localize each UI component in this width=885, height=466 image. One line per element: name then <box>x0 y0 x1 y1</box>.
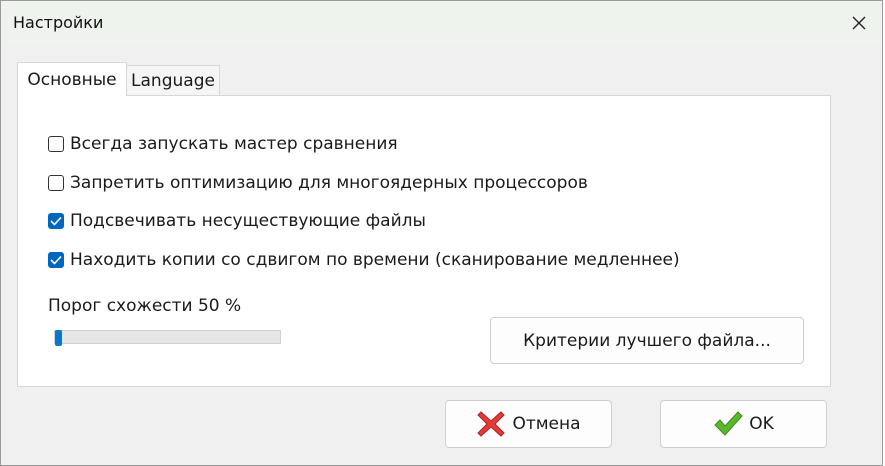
settings-dialog: Настройки Основные Language Всегда запус… <box>0 0 883 466</box>
checkbox-always-run-wizard[interactable] <box>48 136 64 152</box>
checkmark-icon <box>50 216 62 226</box>
option-label: Всегда запускать мастер сравнения <box>70 134 398 154</box>
similarity-threshold-slider[interactable] <box>54 330 281 346</box>
red-x-icon <box>477 411 506 437</box>
similarity-threshold-label: Порог схожести 50 % <box>48 296 242 316</box>
green-check-icon <box>714 411 743 436</box>
close-icon <box>852 16 866 30</box>
tab-language[interactable]: Language <box>127 65 220 96</box>
checkbox-time-shift[interactable] <box>48 252 64 268</box>
option-highlight-missing[interactable]: Подсвечивать несуществующие файлы <box>48 209 426 233</box>
checkbox-highlight-missing[interactable] <box>48 213 64 229</box>
option-time-shift[interactable]: Находить копии со сдвигом по времени (ск… <box>48 248 680 272</box>
tab-language-label: Language <box>131 71 215 91</box>
ok-button-label: OK <box>749 414 774 434</box>
title-bar: Настройки <box>1 1 882 45</box>
tab-general[interactable]: Основные <box>17 62 127 96</box>
general-panel: Всегда запускать мастер сравнения Запрет… <box>17 95 831 387</box>
option-label: Находить копии со сдвигом по времени (ск… <box>70 250 680 270</box>
option-disable-multicore[interactable]: Запретить оптимизацию для многоядерных п… <box>48 171 588 195</box>
option-label: Запретить оптимизацию для многоядерных п… <box>70 173 588 193</box>
slider-thumb[interactable] <box>55 330 62 346</box>
ok-button[interactable]: OK <box>660 400 827 448</box>
option-label: Подсвечивать несуществующие файлы <box>70 211 426 231</box>
option-always-run-wizard[interactable]: Всегда запускать мастер сравнения <box>48 132 398 156</box>
checkmark-icon <box>50 255 62 265</box>
cancel-button-label: Отмена <box>512 414 581 434</box>
tab-general-label: Основные <box>27 69 117 90</box>
cancel-button[interactable]: Отмена <box>445 400 612 448</box>
window-title: Настройки <box>13 13 104 32</box>
best-file-criteria-button[interactable]: Критерии лучшего файла... <box>490 317 804 364</box>
checkbox-disable-multicore[interactable] <box>48 175 64 191</box>
close-button[interactable] <box>836 1 882 45</box>
